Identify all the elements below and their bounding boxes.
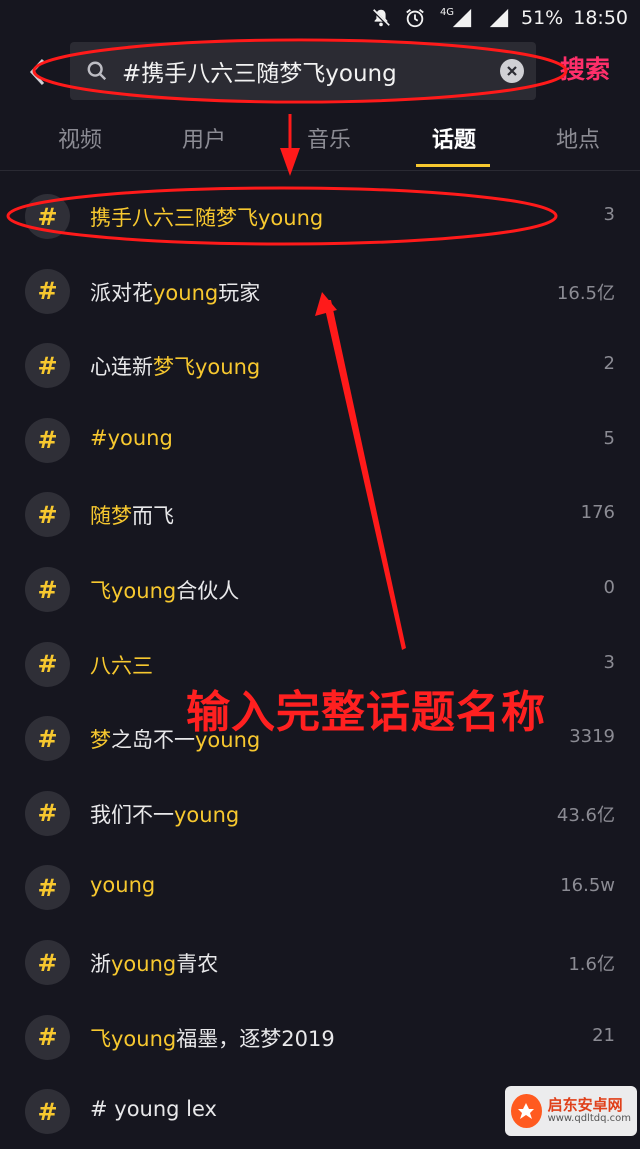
clock: 18:50: [573, 7, 628, 29]
topic-name: young: [90, 873, 156, 898]
topic-count: 3: [603, 651, 615, 673]
hashtag-icon: #: [25, 343, 70, 389]
tab-places[interactable]: 地点: [538, 122, 618, 154]
tab-videos[interactable]: 视频: [40, 122, 120, 154]
watermark-title: 启东安卓网: [547, 1095, 623, 1114]
annotation-text: 输入完整话题名称: [186, 687, 546, 738]
tab-users[interactable]: 用户: [164, 122, 244, 154]
topic-name: 浙young青农: [90, 952, 219, 976]
topic-count: 16.5亿: [556, 282, 615, 304]
topic-name: 飞young合伙人: [90, 579, 240, 603]
hashtag-icon: #: [25, 1014, 70, 1060]
active-tab-indicator: [416, 164, 490, 167]
clear-icon[interactable]: [500, 59, 524, 83]
hashtag-icon: #: [25, 194, 70, 239]
hashtag-icon: #: [25, 865, 70, 911]
topic-count: 176: [580, 502, 615, 524]
topic-name: 随梦而飞: [90, 504, 174, 529]
signal-4g-icon: 4G: [437, 6, 477, 30]
topic-count: 5: [603, 427, 615, 449]
topic-name: 飞young福墨，逐梦2019: [90, 1026, 335, 1051]
hashtag-icon: #: [25, 716, 70, 762]
search-button[interactable]: 搜索: [560, 50, 610, 86]
signal-icon: [487, 6, 511, 30]
hashtag-icon: #: [25, 641, 70, 687]
topic-row[interactable]: # 飞young福墨，逐梦2019 21: [0, 1001, 640, 1075]
watermark-logo: 启东安卓网 www.qdltdq.com: [505, 1086, 637, 1136]
topic-row[interactable]: # 浙young青农 1.6亿: [0, 926, 640, 1000]
watermark-url: www.qdltdq.com: [547, 1112, 631, 1124]
battery-percent: 51%: [521, 7, 564, 29]
topic-count: 1.6亿: [568, 954, 615, 975]
result-tabs: 视频 用户 音乐 话题 地点: [0, 108, 640, 171]
topic-name: #young: [90, 425, 173, 450]
back-arrow-icon[interactable]: [22, 54, 52, 90]
network-label: 4G: [439, 6, 455, 18]
notifications-off-icon: [369, 6, 393, 30]
topic-row[interactable]: # young 16.5w: [0, 851, 640, 925]
search-header: #携手八六三随梦飞young 搜索: [0, 36, 640, 108]
topic-row[interactable]: # 飞young合伙人 0: [0, 553, 640, 627]
search-icon: [87, 61, 107, 81]
topic-row[interactable]: # 随梦而飞 176: [0, 478, 640, 552]
topic-count: 21: [592, 1024, 615, 1046]
hashtag-icon: #: [25, 492, 70, 538]
topic-count: 3: [603, 204, 615, 225]
topic-row[interactable]: # 携手八六三随梦飞young 3: [0, 180, 640, 254]
hashtag-icon: #: [25, 268, 70, 314]
search-query-text[interactable]: #携手八六三随梦飞young: [122, 54, 500, 88]
topic-count: 0: [603, 577, 615, 598]
topic-name: 携手八六三随梦飞young: [90, 206, 324, 230]
hashtag-icon: #: [25, 790, 70, 836]
hashtag-icon: #: [25, 417, 70, 463]
hashtag-icon: #: [25, 940, 70, 985]
topic-count: 16.5w: [560, 875, 615, 897]
search-input[interactable]: #携手八六三随梦飞young: [70, 42, 536, 100]
topic-row[interactable]: # 派对花young玩家 16.5亿: [0, 255, 640, 329]
topic-name: 派对花young玩家: [90, 280, 261, 305]
topic-row[interactable]: # 心连新梦飞young 2: [0, 329, 640, 403]
hashtag-icon: #: [25, 1089, 70, 1135]
topic-name: 我们不一young: [90, 802, 240, 827]
topic-count: 3319: [569, 726, 615, 748]
topic-name: 八六三: [90, 653, 153, 678]
topic-row[interactable]: # 我们不一young 43.6亿: [0, 777, 640, 851]
topic-count: 2: [603, 353, 615, 375]
topic-row[interactable]: # #young 5: [0, 404, 640, 478]
hashtag-icon: #: [25, 567, 70, 612]
watermark-icon: [511, 1094, 542, 1128]
tab-music[interactable]: 音乐: [289, 122, 369, 154]
topic-name: 心连新梦飞young: [90, 355, 261, 380]
topic-name: # young lex: [90, 1097, 217, 1122]
alarm-icon: [403, 6, 427, 30]
status-bar: 4G 51% 18:50: [0, 0, 640, 36]
topic-count: 43.6亿: [556, 804, 615, 826]
tab-topics[interactable]: 话题: [414, 122, 494, 154]
